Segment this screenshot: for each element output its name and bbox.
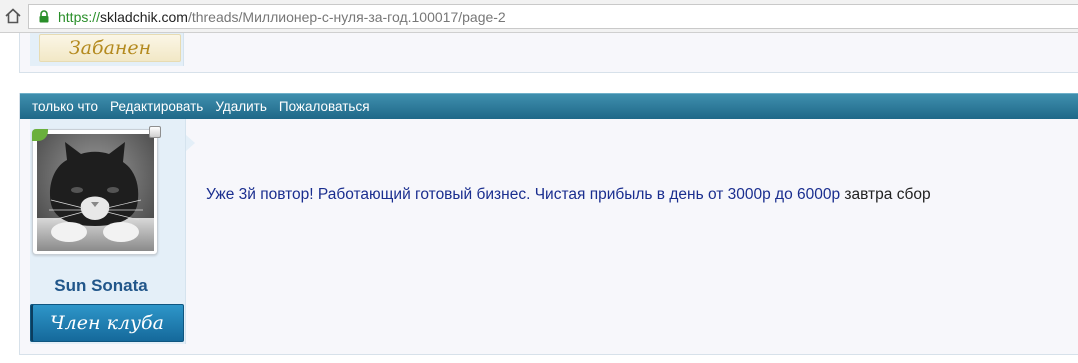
username-link[interactable]: Sun Sonata [30,276,172,296]
post-actions: только что Редактировать Удалить Пожаловать… [32,99,382,115]
previous-post-user-column: Забанен [30,33,184,66]
user-title-badge: Член клуба [30,304,184,342]
url-scheme: https:// [58,9,101,25]
checkbox-icon[interactable] [149,126,161,138]
message-text: завтра сбор [840,186,931,203]
lock-icon [38,10,50,23]
url-host: skladchik.com [100,9,188,25]
avatar[interactable] [32,126,161,255]
url-text: https://skladchik.com/threads/Миллионер-… [58,9,506,25]
post-date-link[interactable]: только что [32,99,98,114]
url-input[interactable]: https://skladchik.com/threads/Миллионер-… [28,4,1078,29]
previous-post: Забанен [19,33,1078,73]
delete-link[interactable]: Удалить [215,99,267,114]
home-icon[interactable] [4,7,22,25]
report-link[interactable]: Пожаловаться [279,99,370,114]
browser-address-bar: https://skladchik.com/threads/Миллионер-… [0,0,1078,33]
post-message: Уже 3й повтор! Работающий готовый бизнес… [206,186,931,204]
url-path: /threads/Миллионер-с-нуля-за-год.100017/… [187,9,506,25]
post-action-bar: только что Редактировать Удалить Пожаловать… [20,93,1078,119]
post-pointer-arrow [186,135,195,151]
post: только что Редактировать Удалить Пожаловать… [19,93,1078,355]
page-content: Забанен только что Редактировать Удалить По… [0,33,1078,363]
message-link[interactable]: Уже 3й повтор! Работающий готовый бизнес… [206,186,840,203]
edit-link[interactable]: Редактировать [110,99,203,114]
avatar-image[interactable] [37,134,154,251]
post-user-column: Sun Sonata Член клуба [30,119,195,344]
user-title-badge-banned: Забанен [39,34,181,62]
